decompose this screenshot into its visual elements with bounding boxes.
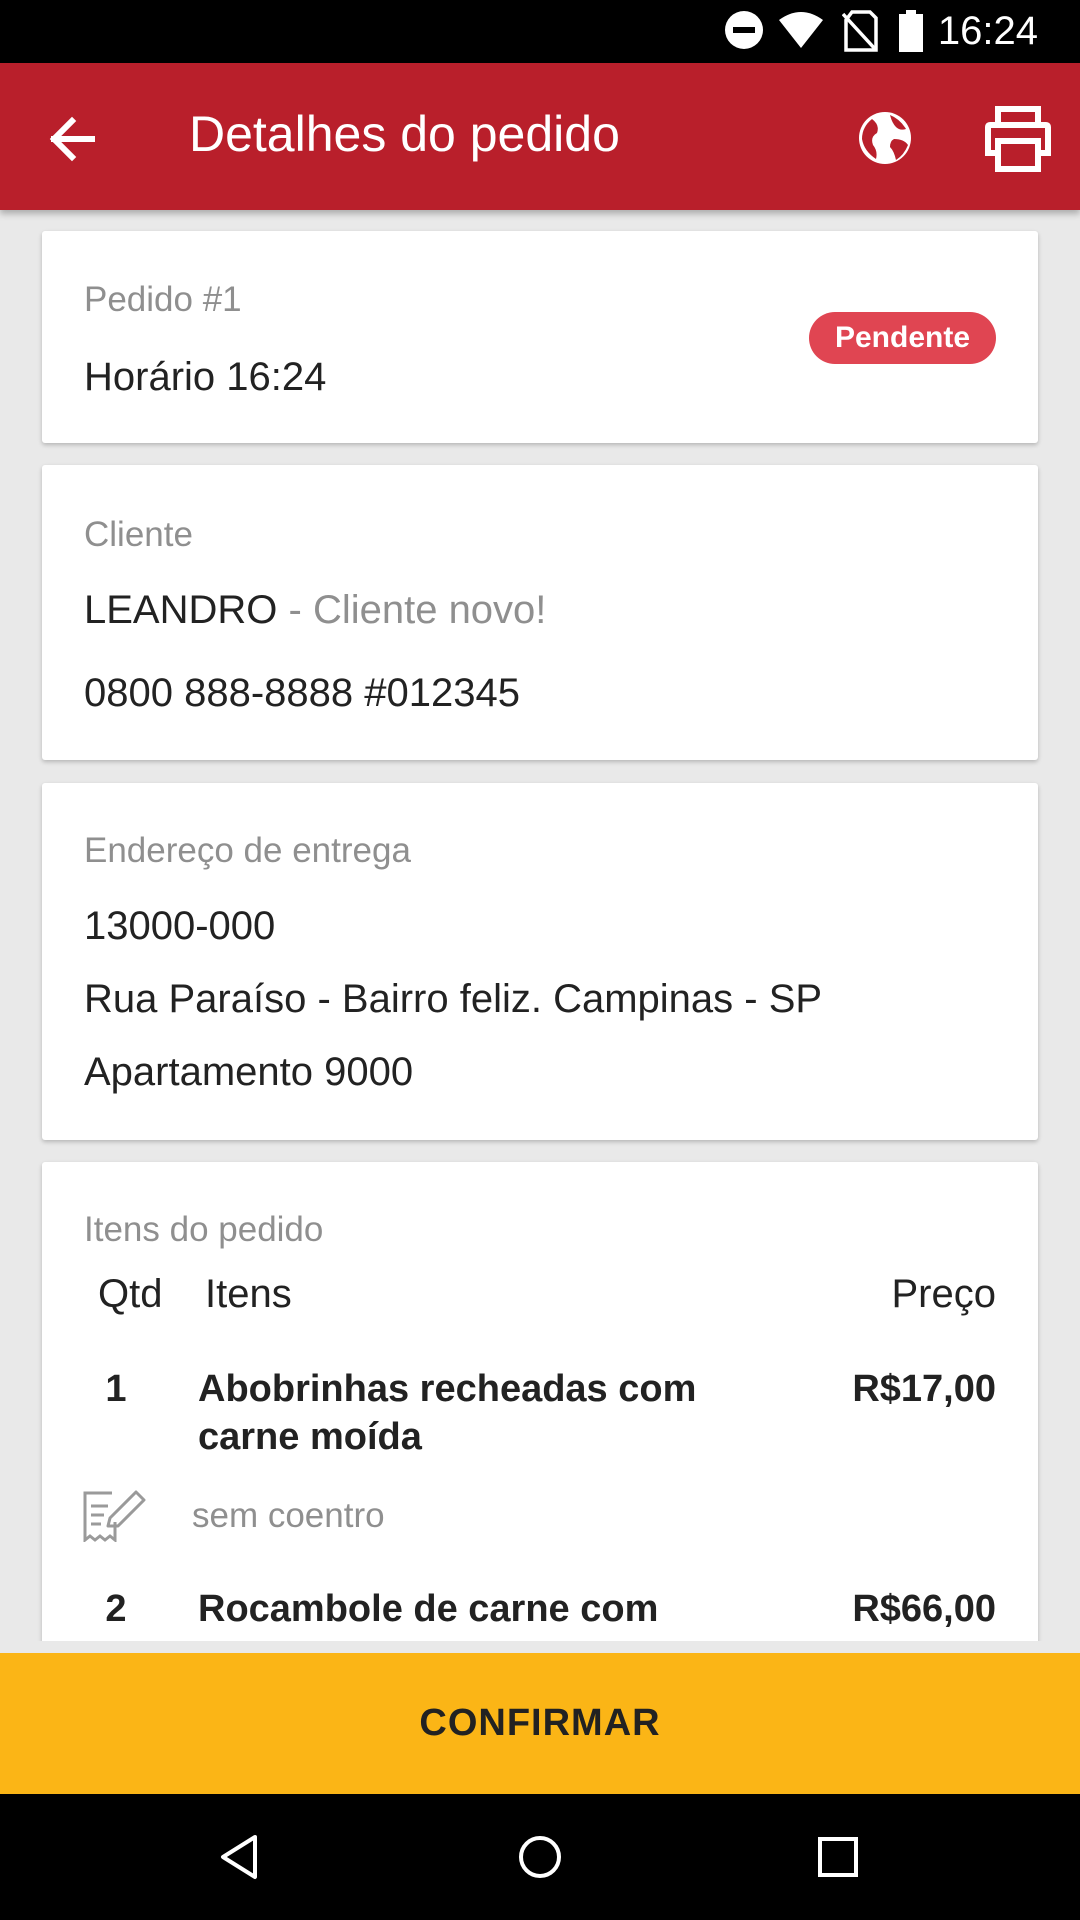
- content-bottom-edge: [0, 1641, 1080, 1653]
- address-section-label: Endereço de entrega: [84, 831, 411, 870]
- customer-card: Cliente LEANDRO - Cliente novo! 0800 888…: [42, 465, 1038, 760]
- item-price: R$17,00: [852, 1368, 996, 1410]
- wifi-icon: [779, 12, 823, 48]
- order-number: Pedido #1: [84, 280, 242, 319]
- address-street: Rua Paraíso - Bairro feliz. Campinas - S…: [84, 977, 823, 1021]
- item-qty: 1: [105, 1368, 127, 1410]
- no-sim-icon: [842, 10, 878, 52]
- page-title: Detalhes do pedido: [189, 106, 620, 162]
- column-header-qty: Qtd: [98, 1272, 163, 1316]
- customer-phone[interactable]: 0800 888-8888 #012345: [84, 671, 520, 716]
- printer-icon[interactable]: [980, 101, 1056, 177]
- order-card: Pedido #1 Horário 16:24 Pendente: [42, 231, 1038, 443]
- items-card: Itens do pedido Qtd Itens Preço 1 Abobri…: [42, 1162, 1038, 1641]
- confirm-button[interactable]: CONFIRMAR: [0, 1653, 1080, 1794]
- item-price: R$66,00: [852, 1588, 996, 1630]
- system-nav-bar: [0, 1794, 1080, 1920]
- address-card: Endereço de entrega 13000-000 Rua Paraís…: [42, 783, 1038, 1140]
- globe-icon[interactable]: [850, 103, 920, 173]
- order-time: Horário 16:24: [84, 355, 327, 399]
- item-name: Rocambole de carne com: [198, 1588, 659, 1630]
- note-edit-icon: [83, 1490, 146, 1542]
- status-time: 16:24: [937, 9, 1038, 53]
- back-arrow-icon[interactable]: [36, 103, 108, 175]
- dnd-icon: [725, 11, 763, 49]
- items-section-label: Itens do pedido: [84, 1210, 324, 1249]
- customer-line: LEANDRO - Cliente novo!: [84, 588, 546, 633]
- item-qty: 2: [105, 1588, 127, 1630]
- customer-section-label: Cliente: [84, 515, 193, 554]
- nav-back-icon[interactable]: [211, 1827, 271, 1887]
- customer-name: LEANDRO: [84, 588, 278, 632]
- order-details-scroll[interactable]: Pedido #1 Horário 16:24 Pendente Cliente…: [0, 210, 1080, 1641]
- status-bar: 16:24: [0, 0, 1080, 63]
- status-badge: Pendente: [808, 312, 996, 364]
- nav-recents-icon[interactable]: [808, 1827, 868, 1887]
- column-header-price: Preço: [891, 1272, 997, 1316]
- nav-home-icon[interactable]: [510, 1827, 570, 1887]
- address-zip: 13000-000: [84, 904, 276, 948]
- item-name: Abobrinhas recheadas com carne moída: [198, 1368, 697, 1458]
- screen: 16:24 Detalhes do pedido Pedido #1 Horár…: [0, 0, 1080, 1920]
- app-bar: Detalhes do pedido: [0, 63, 1080, 210]
- battery-icon: [899, 10, 923, 52]
- customer-tag: - Cliente novo!: [277, 588, 547, 632]
- item-note: sem coentro: [192, 1496, 385, 1535]
- address-complement: Apartamento 9000: [84, 1050, 414, 1094]
- column-header-item: Itens: [205, 1272, 292, 1316]
